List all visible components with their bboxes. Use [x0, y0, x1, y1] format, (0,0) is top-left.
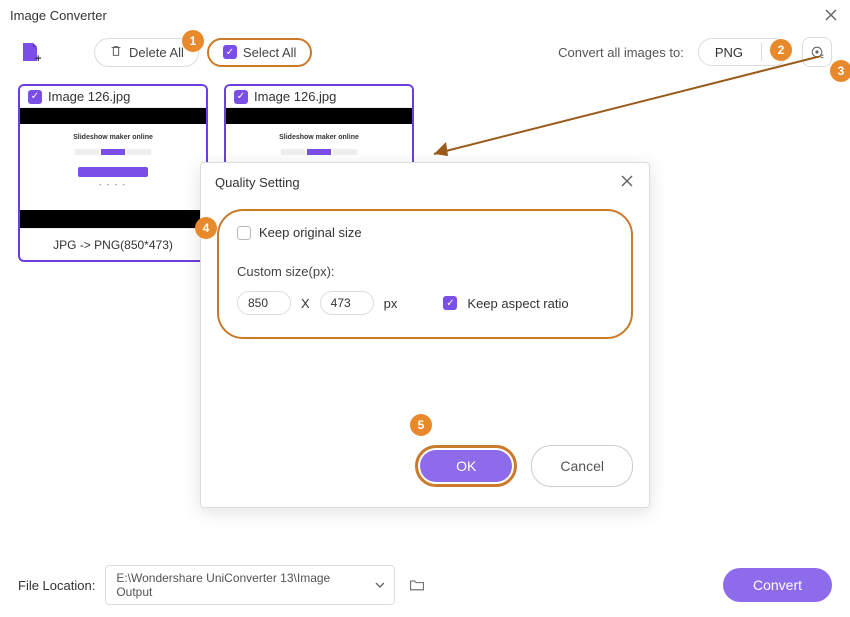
- x-separator: X: [301, 296, 310, 311]
- delete-all-label: Delete All: [129, 45, 184, 60]
- keep-original-checkbox[interactable]: [237, 226, 251, 240]
- titlebar: Image Converter: [0, 0, 850, 30]
- select-all-label: Select All: [243, 45, 296, 60]
- custom-size-label: Custom size(px):: [237, 264, 613, 279]
- bottom-bar: File Location: E:\Wondershare UniConvert…: [0, 553, 850, 617]
- card-footer: JPG -> PNG(850*473): [20, 228, 206, 260]
- width-input[interactable]: 850: [237, 291, 291, 315]
- convert-to-label: Convert all images to:: [558, 45, 684, 60]
- open-folder-button[interactable]: [405, 573, 429, 597]
- ok-button[interactable]: OK: [420, 450, 512, 482]
- dialog-close-icon[interactable]: [619, 173, 635, 192]
- card-header: ✓ Image 126.jpg: [20, 86, 206, 108]
- ok-button-highlight: OK: [415, 445, 517, 487]
- file-location-label: File Location:: [18, 578, 95, 593]
- cancel-button[interactable]: Cancel: [531, 445, 633, 487]
- callout-2: 2: [770, 39, 792, 61]
- keep-aspect-label: Keep aspect ratio: [467, 296, 568, 311]
- trash-icon: [109, 44, 123, 61]
- checkbox-icon: ✓: [223, 45, 237, 59]
- quality-setting-dialog: Quality Setting Keep original size Custo…: [200, 162, 650, 508]
- dialog-header: Quality Setting: [201, 163, 649, 201]
- image-card[interactable]: ✓ Image 126.jpg Slideshow maker online •…: [18, 84, 208, 262]
- svg-text:+: +: [35, 53, 41, 64]
- chevron-down-icon: [375, 580, 385, 590]
- close-icon[interactable]: [822, 6, 840, 24]
- quality-options-group: Keep original size Custom size(px): 850 …: [217, 209, 633, 339]
- file-location-path: E:\Wondershare UniConverter 13\Image Out…: [116, 571, 364, 599]
- card-thumbnail: Slideshow maker online • • • •: [20, 108, 206, 228]
- add-image-button[interactable]: +: [18, 40, 42, 64]
- toolbar: + Delete All ✓ Select All Convert all im…: [0, 30, 850, 74]
- quality-settings-button[interactable]: [802, 37, 832, 67]
- card-header: ✓ Image 126.jpg: [226, 86, 412, 108]
- card-checkbox[interactable]: ✓: [28, 90, 42, 104]
- callout-1: 1: [182, 30, 204, 52]
- unit-label: px: [384, 296, 398, 311]
- card-filename: Image 126.jpg: [48, 89, 130, 104]
- callout-4: 4: [195, 217, 217, 239]
- format-value: PNG: [715, 45, 743, 60]
- callout-5: 5: [410, 414, 432, 436]
- callout-3: 3: [830, 60, 850, 82]
- card-filename: Image 126.jpg: [254, 89, 336, 104]
- height-input[interactable]: 473: [320, 291, 374, 315]
- file-location-select[interactable]: E:\Wondershare UniConverter 13\Image Out…: [105, 565, 395, 605]
- window-title: Image Converter: [10, 8, 107, 23]
- convert-button[interactable]: Convert: [723, 568, 832, 602]
- keep-original-label: Keep original size: [259, 225, 362, 240]
- select-all-button[interactable]: ✓ Select All: [207, 38, 312, 67]
- keep-aspect-checkbox[interactable]: ✓: [443, 296, 457, 310]
- card-checkbox[interactable]: ✓: [234, 90, 248, 104]
- dialog-title: Quality Setting: [215, 175, 300, 190]
